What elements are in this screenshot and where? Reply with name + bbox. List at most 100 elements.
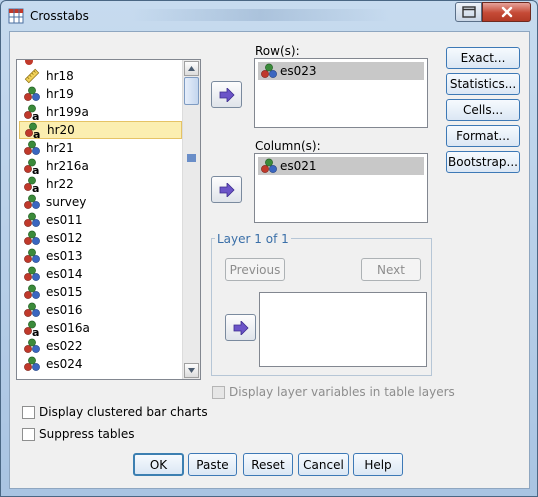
variable-item-hr20[interactable]: a hr20 xyxy=(19,121,182,139)
clustered-bar-checkbox[interactable] xyxy=(22,406,35,419)
nominal-string-variable-icon: a xyxy=(24,158,39,174)
right-arrow-icon xyxy=(219,87,235,102)
svg-text:a: a xyxy=(33,128,40,138)
right-arrow-icon xyxy=(219,182,235,197)
window-help-icon xyxy=(461,6,476,18)
paste-button[interactable]: Paste xyxy=(188,453,237,476)
variable-item-es016[interactable]: es016 xyxy=(19,301,182,319)
help-button[interactable]: Help xyxy=(353,453,403,476)
rows-item-label: es023 xyxy=(280,64,317,78)
bootstrap-button[interactable]: Bootstrap... xyxy=(446,151,520,173)
variable-item-hr21[interactable]: hr21 xyxy=(19,139,182,157)
suppress-tables-label: Suppress tables xyxy=(39,427,135,441)
exact-button[interactable]: Exact... xyxy=(446,47,520,69)
variable-item-es013[interactable]: es013 xyxy=(19,247,182,265)
variable-label: hr216a xyxy=(46,159,89,173)
rows-label-text: Row(s): xyxy=(255,44,300,58)
variable-label: es014 xyxy=(46,267,83,281)
move-to-columns-button[interactable] xyxy=(211,176,242,203)
format-button[interactable]: Format... xyxy=(446,125,520,147)
cells-button[interactable]: Cells... xyxy=(446,99,520,121)
variable-label: hr199a xyxy=(46,105,89,119)
variable-label: es016a xyxy=(46,321,90,335)
nominal-variable-icon xyxy=(24,194,40,209)
variable-label: es024 xyxy=(46,357,83,371)
variable-label: hr19 xyxy=(46,87,74,101)
context-help-button[interactable] xyxy=(455,2,482,22)
reset-button[interactable]: Reset xyxy=(243,453,293,476)
partial-row-top xyxy=(19,60,182,65)
columns-label-text: Column(s): xyxy=(255,139,321,153)
svg-text:a: a xyxy=(32,164,39,174)
previous-layer-button[interactable]: Previous xyxy=(225,258,285,281)
close-button[interactable] xyxy=(482,2,531,22)
variable-item-es011[interactable]: es011 xyxy=(19,211,182,229)
variable-item-es014[interactable]: es014 xyxy=(19,265,182,283)
window-title: Crosstabs xyxy=(30,9,89,23)
variable-label: es013 xyxy=(46,249,83,263)
nominal-variable-icon xyxy=(24,302,40,317)
variable-label: hr20 xyxy=(47,123,75,137)
nominal-variable-icon xyxy=(24,86,40,101)
nominal-string-variable-icon: a xyxy=(24,320,39,336)
vertical-scrollbar[interactable] xyxy=(182,60,200,379)
nominal-string-variable-icon: a xyxy=(24,176,39,192)
nominal-variable-icon xyxy=(24,266,40,281)
nominal-variable-icon xyxy=(24,212,40,227)
nominal-variable-icon xyxy=(24,338,40,353)
nominal-variable-icon xyxy=(24,140,40,155)
columns-item[interactable]: es021 xyxy=(258,157,424,175)
next-layer-button[interactable]: Next xyxy=(361,258,421,281)
source-variable-list[interactable]: hr18 hr19 a hr199a a hr20 hr21 a hr216a a hr22 surv… xyxy=(16,59,201,380)
columns-label: Column(s): xyxy=(255,139,321,153)
variable-label: es016 xyxy=(46,303,83,317)
suppress-tables-checkbox[interactable] xyxy=(22,428,35,441)
display-layer-checkbox[interactable] xyxy=(212,386,225,399)
variable-label: hr21 xyxy=(46,141,74,155)
right-arrow-icon xyxy=(233,320,249,335)
variable-label: hr18 xyxy=(46,69,74,83)
scroll-down-button[interactable] xyxy=(184,363,199,378)
crosstabs-app-icon xyxy=(8,8,24,24)
variable-label: es015 xyxy=(46,285,83,299)
nominal-variable-icon xyxy=(24,284,40,299)
variable-item-hr199a[interactable]: a hr199a xyxy=(19,103,182,121)
close-icon xyxy=(501,6,512,18)
scroll-thumb[interactable] xyxy=(184,77,199,105)
statistics-button[interactable]: Statistics... xyxy=(446,73,520,95)
nominal-variable-icon xyxy=(24,230,40,245)
cancel-button[interactable]: Cancel xyxy=(298,453,349,476)
layer-list[interactable] xyxy=(259,292,427,367)
variable-item-es016a[interactable]: a es016a xyxy=(19,319,182,337)
variable-label: es012 xyxy=(46,231,83,245)
variable-label: survey xyxy=(46,195,87,209)
move-to-rows-button[interactable] xyxy=(211,81,242,108)
scale-variable-icon xyxy=(24,68,40,84)
nominal-variable-icon xyxy=(261,158,277,173)
variable-item-hr216a[interactable]: a hr216a xyxy=(19,157,182,175)
variable-item-hr22[interactable]: a hr22 xyxy=(19,175,182,193)
scroll-up-button[interactable] xyxy=(184,61,199,76)
variable-item-es015[interactable]: es015 xyxy=(19,283,182,301)
columns-item-label: es021 xyxy=(280,159,317,173)
variable-item-survey[interactable]: survey xyxy=(19,193,182,211)
rows-label: Row(s): xyxy=(255,44,300,58)
nominal-string-variable-icon: a xyxy=(24,104,39,120)
variable-item-es022[interactable]: es022 xyxy=(19,337,182,355)
ok-button[interactable]: OK xyxy=(133,453,184,476)
variable-item-es012[interactable]: es012 xyxy=(19,229,182,247)
variable-label: es011 xyxy=(46,213,83,227)
variable-item-hr19[interactable]: hr19 xyxy=(19,85,182,103)
variable-item-hr18[interactable]: hr18 xyxy=(19,67,182,85)
columns-list[interactable]: es021 xyxy=(254,153,428,223)
nominal-variable-icon xyxy=(261,63,277,78)
nominal-variable-icon xyxy=(24,248,40,263)
svg-text:a: a xyxy=(32,182,39,192)
rows-item[interactable]: es023 xyxy=(258,62,424,80)
clustered-bar-label: Display clustered bar charts xyxy=(39,405,208,419)
variable-item-es024[interactable]: es024 xyxy=(19,355,182,373)
variable-type-icon xyxy=(25,60,33,65)
rows-list[interactable]: es023 xyxy=(254,58,428,128)
title-bar[interactable]: Crosstabs xyxy=(1,1,537,31)
move-to-layer-button[interactable] xyxy=(225,314,256,341)
